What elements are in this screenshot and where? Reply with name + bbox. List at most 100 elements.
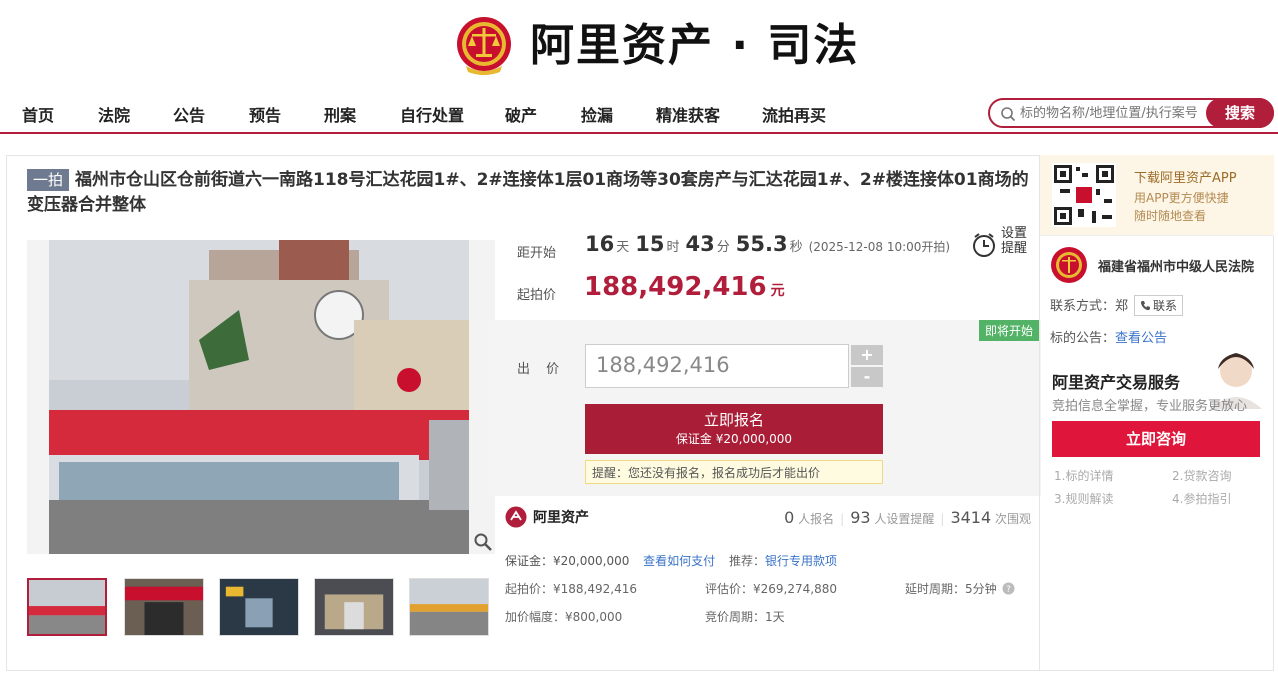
- auction-round-tag: 一拍: [27, 169, 70, 191]
- reminder-label: 设置 提醒: [1001, 226, 1027, 256]
- reminder-count-label: 人设置提醒: [874, 512, 935, 526]
- countdown-label: 距开始: [517, 246, 557, 261]
- signup-count-label: 人报名: [798, 512, 835, 526]
- thumbnail[interactable]: [409, 578, 489, 636]
- bid-amount-input[interactable]: 188,492,416: [585, 344, 849, 388]
- signup-button[interactable]: 立即报名 保证金 ¥20,000,000: [585, 404, 883, 454]
- contact-button[interactable]: 联系: [1134, 295, 1184, 316]
- countdown-hours-unit: 时: [666, 240, 680, 255]
- contact-row: 联系方式：郑 联系: [1050, 295, 1184, 316]
- nav-item-criminal[interactable]: 刑案: [324, 102, 356, 126]
- reminder-count: 93: [850, 508, 871, 527]
- increase-bid-button[interactable]: +: [851, 345, 883, 365]
- delay-period: 延时周期：5分钟 ?: [905, 580, 1015, 597]
- start-price: 188,492,416 元: [584, 272, 785, 302]
- platform-name: 阿里资产: [533, 510, 589, 526]
- main-photo[interactable]: [27, 240, 495, 554]
- delay-period-text: 延时周期：5分钟: [905, 582, 997, 596]
- app-download-sub2: 随时随地查看: [1134, 209, 1207, 223]
- zoom-icon[interactable]: [473, 532, 493, 552]
- bid-area: 即将开始 出 价 188,492,416 + - 立即报名 保证金 ¥20,00…: [495, 320, 1041, 496]
- how-to-pay-link[interactable]: 查看如何支付: [643, 554, 715, 568]
- deposit-info: 保证金：¥20,000,000 查看如何支付 推荐：银行专用款项: [505, 552, 837, 569]
- service-subtitle: 竞拍信息全掌握，专业服务更放心: [1052, 399, 1248, 414]
- details-row: 加价幅度：¥800,000 竞价周期：1天: [495, 598, 1041, 642]
- alibaba-asset-logo-icon: [505, 506, 527, 528]
- service-title: 阿里资产交易服务: [1052, 373, 1181, 392]
- nav-item-court[interactable]: 法院: [98, 102, 130, 126]
- item-title-text: 福州市仓山区仓前街道六一南路118号汇达花园1#、2#连接体1层01商场等30套…: [27, 170, 1029, 215]
- start-price-unit: 元: [770, 283, 785, 299]
- thumbnail[interactable]: [314, 578, 394, 636]
- bid-increment: 加价幅度：¥800,000: [505, 610, 623, 624]
- contact-button-label: 联系: [1153, 299, 1178, 313]
- service-item-rules[interactable]: 3.规则解读: [1054, 490, 1113, 507]
- search-bar: 搜索: [988, 98, 1274, 128]
- nav-item-rebuy[interactable]: 流拍再买: [762, 102, 826, 126]
- auction-start-time: (2025-12-08 10:00开拍): [808, 240, 951, 254]
- phone-icon: [1140, 301, 1151, 311]
- help-icon[interactable]: ?: [1002, 582, 1015, 595]
- court-emblem-icon[interactable]: [456, 14, 512, 76]
- start-price-detail: 起拍价：¥188,492,416: [505, 582, 637, 596]
- item-title: 一拍 福州市仓山区仓前街道六一南路118号汇达花园1#、2#连接体1层01商场等3…: [27, 168, 1035, 218]
- nav-item-bankruptcy[interactable]: 破产: [505, 102, 537, 126]
- signup-label: 立即报名: [703, 411, 764, 429]
- countdown-days-unit: 天: [616, 240, 630, 255]
- recommend-link[interactable]: 银行专用款项: [765, 554, 837, 568]
- nav-item-preview[interactable]: 预告: [249, 102, 281, 126]
- notice-label: 标的公告：: [1050, 331, 1116, 346]
- nav-item-self-disposal[interactable]: 自行处置: [400, 102, 464, 126]
- bid-label: 出 价: [517, 362, 566, 377]
- thumbnail[interactable]: [124, 578, 204, 636]
- status-badge: 即将开始: [978, 320, 1039, 341]
- decrease-bid-button[interactable]: -: [851, 367, 883, 387]
- signup-deposit: 保证金 ¥20,000,000: [675, 432, 793, 446]
- signup-tip: 提醒：您还没有报名，报名成功后才能出价: [585, 460, 883, 484]
- thumbnail[interactable]: [27, 578, 107, 636]
- thumbnail-strip: [27, 578, 495, 638]
- service-item-guide[interactable]: 4.参拍指引: [1172, 490, 1231, 507]
- brand-name: 阿里资产 · 司法: [530, 20, 860, 71]
- reminder-label-line2: 提醒: [1001, 241, 1028, 256]
- search-button[interactable]: 搜索: [1206, 98, 1274, 128]
- service-box: 阿里资产交易服务 竞拍信息全掌握，专业服务更放心 立即咨询 1.标的详情 2.贷…: [1042, 349, 1274, 515]
- signup-count: 0: [784, 508, 795, 527]
- countdown-seconds-unit: 秒: [789, 240, 803, 255]
- thumbnail[interactable]: [219, 578, 299, 636]
- nav-item-bargain[interactable]: 捡漏: [581, 102, 613, 126]
- service-item-details[interactable]: 1.标的详情: [1054, 467, 1113, 484]
- search-input[interactable]: [1020, 103, 1206, 123]
- side-panel: 下载阿里资产APP 用APP更方便快捷 随时随地查看 福建省福州市中级人民法院 联…: [1039, 155, 1274, 671]
- consult-button[interactable]: 立即咨询: [1052, 421, 1260, 457]
- app-download-box[interactable]: 下载阿里资产APP 用APP更方便快捷 随时随地查看: [1040, 155, 1274, 235]
- participation-counts: 0 人报名 | 93 人设置提醒 | 3414 次围观: [784, 508, 1031, 527]
- app-download-sub1: 用APP更方便快捷: [1134, 191, 1229, 205]
- countdown-minutes-unit: 分: [716, 240, 730, 255]
- notice-row: 标的公告：查看公告: [1050, 327, 1167, 346]
- property-photo[interactable]: [49, 240, 469, 554]
- brand-header: 阿里资产 · 司法: [0, 0, 1278, 90]
- view-count: 3414: [950, 508, 992, 527]
- deposit-value: 保证金：¥20,000,000: [505, 554, 630, 568]
- app-download-subtitle: 用APP更方便快捷 随时随地查看: [1134, 189, 1229, 225]
- appraisal-price: 评估价：¥269,274,880: [705, 582, 837, 596]
- set-reminder-button[interactable]: 设置 提醒: [971, 226, 1033, 262]
- qr-code-icon: [1052, 163, 1116, 227]
- court-name[interactable]: 福建省福州市中级人民法院: [1098, 256, 1254, 275]
- court-info: 福建省福州市中级人民法院: [1040, 235, 1274, 295]
- service-item-loan[interactable]: 2.贷款咨询: [1172, 467, 1231, 484]
- start-price-label: 起拍价: [517, 288, 557, 303]
- svg-text:?: ?: [1007, 585, 1012, 595]
- countdown-minutes: 43: [685, 232, 715, 256]
- nav-item-precise-leads[interactable]: 精准获客: [656, 102, 720, 126]
- nav-item-home[interactable]: 首页: [22, 102, 54, 126]
- reminder-label-line1: 设置: [1001, 226, 1028, 241]
- countdown-seconds: 55.3: [735, 232, 788, 256]
- view-notice-link[interactable]: 查看公告: [1115, 331, 1167, 346]
- countdown: 16 天 15 时 43 分 55.3 秒 (2025-12-08 10:00开拍): [585, 232, 950, 256]
- nav-item-announcement[interactable]: 公告: [173, 102, 205, 126]
- contact-label: 联系方式：郑: [1050, 299, 1129, 314]
- start-price-value: 188,492,416: [584, 272, 767, 302]
- court-emblem-icon: [1051, 247, 1087, 283]
